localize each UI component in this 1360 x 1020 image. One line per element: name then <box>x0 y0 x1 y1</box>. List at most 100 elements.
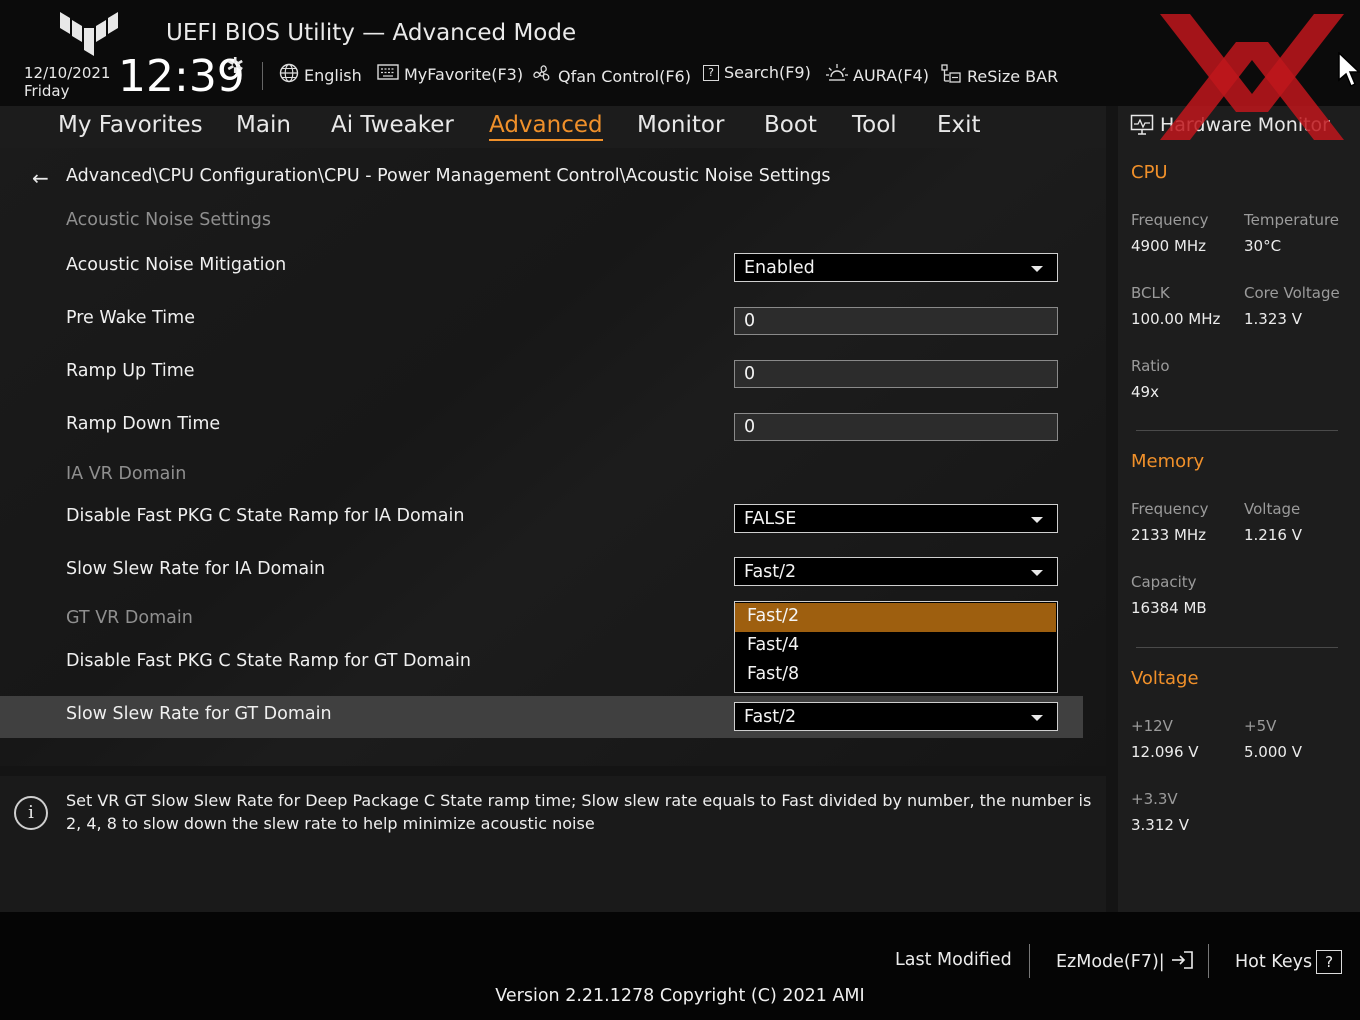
pre-wake-time-label: Pre Wake Time <box>66 308 195 328</box>
watermark-logo <box>1160 14 1344 140</box>
chevron-down-icon <box>1031 517 1043 523</box>
mouse-cursor-icon <box>1338 52 1360 88</box>
section-acoustic-noise-settings: Acoustic Noise Settings <box>66 210 271 230</box>
fan-icon <box>531 63 553 90</box>
footer-divider <box>1208 944 1209 978</box>
hw-cpu-title: CPU <box>1131 162 1168 183</box>
slew-rate-dropdown-list: Fast/2 Fast/4 Fast/8 <box>734 601 1058 693</box>
hw-memory-title: Memory <box>1131 451 1205 472</box>
hw-bclk-label: BCLK <box>1131 284 1170 302</box>
option-label: Fast/8 <box>747 664 800 684</box>
aura-button[interactable]: AURA(F4) <box>826 63 929 88</box>
ramp-down-time-label: Ramp Down Time <box>66 414 221 434</box>
disable-fast-pkg-ia-select[interactable]: FALSE <box>734 504 1058 533</box>
resize-bar-label: ReSize BAR <box>967 67 1059 86</box>
chevron-down-icon <box>1031 570 1043 576</box>
footer-divider <box>1029 944 1030 978</box>
keyboard-icon <box>377 63 399 86</box>
qfan-control-button[interactable]: Qfan Control(F6) <box>531 63 691 90</box>
myfavorite-label: MyFavorite(F3) <box>404 65 524 84</box>
language-button[interactable]: English <box>279 63 362 88</box>
ezmode-label: EzMode(F7)| <box>1056 952 1165 972</box>
acoustic-noise-mitigation-label: Acoustic Noise Mitigation <box>66 255 287 275</box>
disable-fast-pkg-ia-label: Disable Fast PKG C State Ramp for IA Dom… <box>66 506 465 526</box>
last-modified-button[interactable]: Last Modified <box>895 950 1012 970</box>
hw-5v-label: +5V <box>1244 717 1277 735</box>
weekday-text: Friday <box>24 82 70 100</box>
hw-5v-value: 5.000 V <box>1244 743 1302 761</box>
monitor-icon <box>1130 114 1154 141</box>
ramp-down-time-value: 0 <box>744 417 756 437</box>
hw-memory-frequency-label: Frequency <box>1131 500 1209 518</box>
help-icon: ? <box>1316 950 1343 974</box>
slow-slew-gt-select[interactable]: Fast/2 <box>734 702 1058 731</box>
hw-memory-frequency-value: 2133 MHz <box>1131 526 1207 544</box>
section-gt-vr-domain: GT VR Domain <box>66 608 193 628</box>
ramp-up-time-value: 0 <box>744 364 756 384</box>
back-arrow-icon[interactable]: ← <box>32 166 49 190</box>
chevron-down-icon <box>1031 266 1043 272</box>
hw-3v3-value: 3.312 V <box>1131 816 1189 834</box>
option-label: Fast/4 <box>747 635 800 655</box>
hw-cpu-temperature-value: 30°C <box>1244 237 1282 255</box>
hw-12v-label: +12V <box>1131 717 1173 735</box>
slow-slew-ia-label: Slow Slew Rate for IA Domain <box>66 559 326 579</box>
ramp-down-time-input[interactable]: 0 <box>734 413 1058 441</box>
disable-fast-pkg-gt-label: Disable Fast PKG C State Ramp for GT Dom… <box>66 651 471 671</box>
option-label: Fast/2 <box>747 606 800 626</box>
dropdown-option-fast-2[interactable]: Fast/2 <box>735 603 1056 632</box>
hw-core-voltage-label: Core Voltage <box>1244 284 1340 302</box>
tab-tool[interactable]: Tool <box>852 112 897 138</box>
hw-bclk-value: 100.00 MHz <box>1131 310 1221 328</box>
version-text: Version 2.21.1278 Copyright (C) 2021 AMI <box>495 986 865 1006</box>
dropdown-option-fast-4[interactable]: Fast/4 <box>735 632 1056 661</box>
ramp-up-time-label: Ramp Up Time <box>66 361 195 381</box>
language-label: English <box>304 66 362 85</box>
section-ia-vr-domain: IA VR Domain <box>66 464 187 484</box>
clock-settings-gear-icon[interactable]: ✲ <box>226 54 244 79</box>
hw-divider <box>1136 647 1338 648</box>
slow-slew-gt-value: Fast/2 <box>744 707 797 727</box>
hw-divider <box>1136 430 1338 431</box>
tab-my-favorites[interactable]: My Favorites <box>58 112 203 138</box>
tab-exit[interactable]: Exit <box>937 112 981 138</box>
pre-wake-time-input[interactable]: 0 <box>734 307 1058 335</box>
hw-ratio-label: Ratio <box>1131 357 1170 375</box>
tuf-logo <box>60 12 118 56</box>
tab-boot[interactable]: Boot <box>764 112 817 138</box>
search-label: Search(F9) <box>724 63 811 82</box>
myfavorite-button[interactable]: MyFavorite(F3) <box>377 63 523 86</box>
hw-capacity-label: Capacity <box>1131 573 1197 591</box>
resize-bar-icon <box>940 63 962 90</box>
tab-advanced[interactable]: Advanced <box>489 112 603 141</box>
globe-icon <box>279 63 299 88</box>
help-box-icon: ? <box>703 64 719 81</box>
acoustic-noise-mitigation-select[interactable]: Enabled <box>734 253 1058 282</box>
tab-ai-tweaker[interactable]: Ai Tweaker <box>331 112 454 138</box>
slow-slew-ia-value: Fast/2 <box>744 562 797 582</box>
slow-slew-ia-select[interactable]: Fast/2 <box>734 557 1058 586</box>
slow-slew-gt-label: Slow Slew Rate for GT Domain <box>66 704 332 724</box>
date-text: 12/10/2021 <box>24 64 111 82</box>
tab-main[interactable]: Main <box>236 112 291 138</box>
hw-memory-voltage-label: Voltage <box>1244 500 1301 518</box>
acoustic-noise-mitigation-value: Enabled <box>744 258 815 278</box>
dropdown-option-fast-8[interactable]: Fast/8 <box>735 661 1056 690</box>
search-button[interactable]: ? Search(F9) <box>703 63 811 82</box>
header-divider <box>262 62 263 90</box>
hot-keys-label: Hot Keys <box>1235 952 1313 972</box>
hw-12v-value: 12.096 V <box>1131 743 1199 761</box>
light-icon <box>826 63 848 88</box>
hw-3v3-label: +3.3V <box>1131 790 1178 808</box>
info-description: Set VR GT Slow Slew Rate for Deep Packag… <box>66 791 1092 833</box>
aura-label: AURA(F4) <box>853 66 929 85</box>
tab-monitor[interactable]: Monitor <box>637 112 724 138</box>
ezmode-button[interactable]: EzMode(F7)| <box>1056 950 1194 972</box>
qfan-control-label: Qfan Control(F6) <box>558 67 691 86</box>
pre-wake-time-value: 0 <box>744 311 756 331</box>
hot-keys-button[interactable]: Hot Keys? <box>1235 950 1343 974</box>
resize-bar-button[interactable]: ReSize BAR <box>940 63 1058 90</box>
ramp-up-time-input[interactable]: 0 <box>734 360 1058 388</box>
hw-cpu-frequency-value: 4900 MHz <box>1131 237 1207 255</box>
hw-cpu-frequency-label: Frequency <box>1131 211 1209 229</box>
